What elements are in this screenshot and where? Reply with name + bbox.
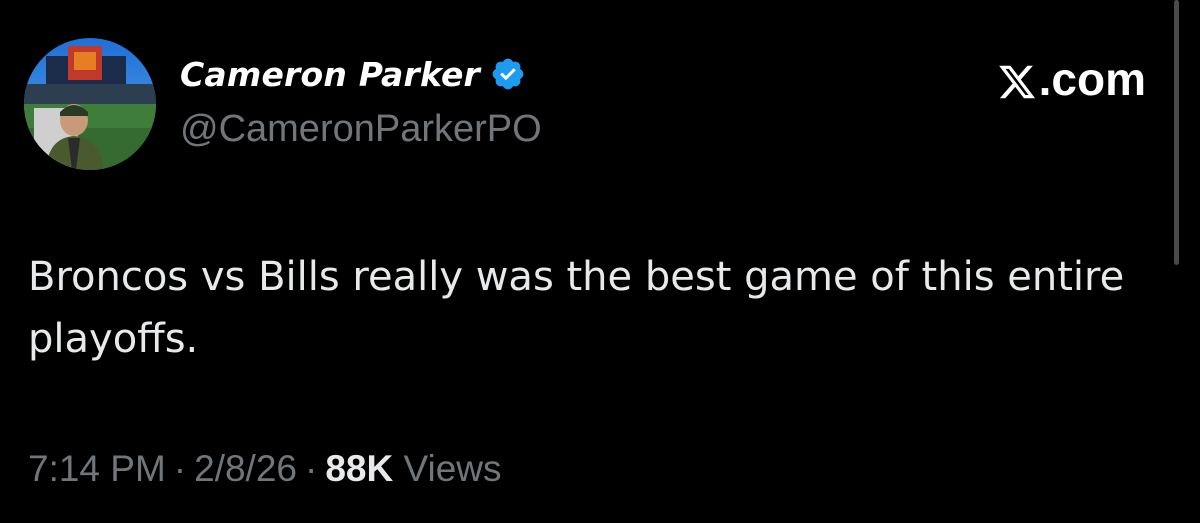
tweet-text: Broncos vs Bills really was the best gam… [28, 254, 1125, 362]
author-name-row[interactable]: Cameron Parker [180, 52, 526, 96]
x-logo-icon [997, 59, 1037, 99]
x-com-brand: .com [997, 52, 1146, 106]
brand-domain-label: .com [1038, 53, 1146, 105]
views-count[interactable]: 88K [325, 448, 393, 489]
meta-separator: · [305, 448, 318, 489]
verified-badge-icon [490, 56, 526, 92]
tweet-date[interactable]: 2/8/26 [194, 448, 297, 489]
tweet-time[interactable]: 7:14 PM [28, 448, 166, 489]
tweet-card: Cameron Parker @CameronParkerPO .com Bro… [0, 0, 1200, 523]
tweet-meta: 7:14 PM · 2/8/26 · 88K Views [28, 448, 502, 490]
avatar-photo [24, 38, 156, 170]
avatar[interactable] [24, 38, 156, 170]
views-label[interactable]: Views [404, 448, 502, 489]
author-handle[interactable]: @CameronParkerPO [180, 108, 542, 151]
scrollbar[interactable] [1174, 0, 1179, 265]
meta-separator: · [173, 448, 187, 489]
author-display-name[interactable]: Cameron Parker [180, 55, 480, 94]
